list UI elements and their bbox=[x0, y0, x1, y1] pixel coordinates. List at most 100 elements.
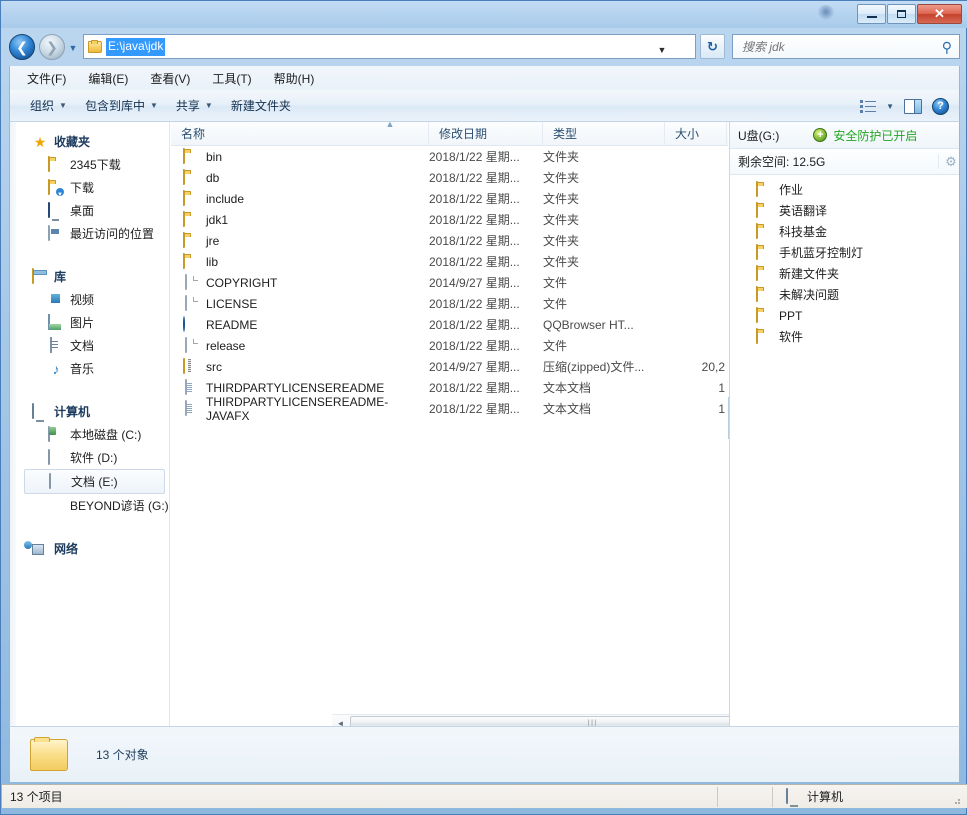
table-row[interactable]: jdk1 2018/1/22 星期... 文件夹 bbox=[171, 209, 728, 230]
help-icon[interactable]: ? bbox=[932, 97, 949, 115]
list-item[interactable]: 软件 bbox=[730, 326, 959, 347]
table-row[interactable]: COPYRIGHT 2014/9/27 星期... 文件 bbox=[171, 272, 728, 293]
sidebar-item-libraries[interactable]: 库 bbox=[10, 265, 169, 288]
table-row[interactable]: src 2014/9/27 星期... 压缩(zipped)文件... 20,2 bbox=[171, 356, 728, 377]
search-box[interactable]: ⚲ bbox=[732, 34, 960, 59]
sidebar-item-drive-e[interactable]: 文档 (E:) bbox=[24, 469, 165, 494]
sidebar-item-computer[interactable]: 计算机 bbox=[10, 400, 169, 423]
folder-large-icon bbox=[30, 736, 68, 771]
menu-help[interactable]: 帮助(H) bbox=[265, 67, 324, 90]
scroll-left-icon[interactable]: ◄ bbox=[332, 715, 349, 727]
chevron-down-icon: ▼ bbox=[204, 101, 213, 110]
table-row[interactable]: LICENSE 2018/1/22 星期... 文件 bbox=[171, 293, 728, 314]
sidebar-item-drive-d[interactable]: 软件 (D:) bbox=[10, 446, 169, 469]
file-name: README bbox=[206, 317, 258, 332]
new-folder-button[interactable]: 新建文件夹 bbox=[223, 93, 301, 118]
nav-group-computer: 计算机 本地磁盘 (C:) 软件 (D:) 文档 (E:) BEYOND谚语 (… bbox=[10, 400, 169, 517]
usb-folder-label: 科技基金 bbox=[779, 225, 828, 239]
chevron-down-icon: ▼ bbox=[149, 101, 158, 110]
column-header-size[interactable]: 大小 bbox=[665, 122, 727, 146]
change-view-icon[interactable] bbox=[860, 99, 877, 113]
column-label: 大小 bbox=[675, 127, 700, 141]
sidebar-item-drive-c[interactable]: 本地磁盘 (C:) bbox=[10, 423, 169, 446]
list-item[interactable]: 手机蓝牙控制灯 bbox=[730, 242, 959, 263]
sidebar-item-documents[interactable]: 文档 bbox=[10, 334, 169, 357]
file-name-cell: jdk1 bbox=[171, 210, 429, 228]
sidebar-label: 音乐 bbox=[70, 362, 95, 376]
sidebar-label: 下载 bbox=[70, 181, 95, 195]
menu-tools[interactable]: 工具(T) bbox=[203, 67, 260, 90]
file-date: 2018/1/22 星期... bbox=[429, 192, 520, 206]
sidebar-item-drive-g[interactable]: BEYOND谚语 (G:) bbox=[10, 494, 169, 517]
preview-pane-icon[interactable] bbox=[904, 98, 922, 114]
address-dropdown-icon[interactable]: ▼ bbox=[655, 43, 669, 57]
file-type: 文本文档 bbox=[543, 381, 592, 395]
forward-button[interactable]: ❯ bbox=[39, 34, 65, 60]
table-row[interactable]: jre 2018/1/22 星期... 文件夹 bbox=[171, 230, 728, 251]
address-folder-icon bbox=[88, 39, 102, 53]
file-size: 1 bbox=[718, 380, 725, 395]
file-name-cell: jre bbox=[171, 231, 429, 249]
gear-icon[interactable]: ⚙ bbox=[938, 154, 957, 169]
table-row[interactable]: README 2018/1/22 星期... QQBrowser HT... bbox=[171, 314, 728, 335]
back-button[interactable]: ❮ bbox=[9, 34, 35, 60]
forward-arrow-icon: ❯ bbox=[46, 39, 58, 55]
close-button[interactable]: ✕ bbox=[917, 4, 962, 24]
view-dropdown-icon[interactable]: ▼ bbox=[886, 102, 894, 111]
list-item[interactable]: 新建文件夹 bbox=[730, 263, 959, 284]
navigation-scrollbar[interactable] bbox=[10, 122, 16, 726]
list-item[interactable]: 英语翻译 bbox=[730, 200, 959, 221]
search-icon[interactable]: ⚲ bbox=[942, 39, 952, 56]
history-dropdown-button[interactable]: ▼ bbox=[67, 42, 79, 54]
table-row[interactable]: bin 2018/1/22 星期... 文件夹 bbox=[171, 146, 728, 167]
list-item[interactable]: 未解决问题 bbox=[730, 284, 959, 305]
address-toolbar: ❮ ❯ ▼ E:\java\jdk ▼ ↻ ⚲ bbox=[1, 28, 967, 66]
sidebar-item-favorites[interactable]: ★ 收藏夹 bbox=[10, 130, 169, 153]
file-type: 文件夹 bbox=[543, 192, 580, 206]
folder-icon bbox=[756, 201, 772, 219]
menu-edit[interactable]: 编辑(E) bbox=[79, 67, 137, 90]
column-headers: 名称 ▲ 修改日期 类型 大小 bbox=[171, 122, 728, 146]
organize-button[interactable]: 组织 ▼ bbox=[22, 93, 77, 118]
column-header-type[interactable]: 类型 bbox=[543, 122, 665, 146]
file-type: 压缩(zipped)文件... bbox=[543, 360, 645, 374]
sidebar-item-desktop[interactable]: 桌面 bbox=[10, 199, 169, 222]
refresh-button[interactable]: ↻ bbox=[700, 34, 725, 59]
usb-drive-pane: U盘(G:) 安全防护已开启 剩余空间: 12.5G ⚙ 作业 英语翻译 bbox=[729, 122, 959, 726]
sidebar-item-pictures[interactable]: 图片 bbox=[10, 311, 169, 334]
folder-icon bbox=[183, 252, 199, 270]
list-item[interactable]: 科技基金 bbox=[730, 221, 959, 242]
table-row[interactable]: release 2018/1/22 星期... 文件 bbox=[171, 335, 728, 356]
list-item[interactable]: PPT bbox=[730, 305, 959, 326]
column-header-date[interactable]: 修改日期 bbox=[429, 122, 543, 146]
sidebar-item-downloads[interactable]: 下载 bbox=[10, 176, 169, 199]
table-row[interactable]: lib 2018/1/22 星期... 文件夹 bbox=[171, 251, 728, 272]
search-input[interactable] bbox=[733, 39, 923, 54]
table-row[interactable]: db 2018/1/22 星期... 文件夹 bbox=[171, 167, 728, 188]
menu-file[interactable]: 文件(F) bbox=[18, 67, 75, 90]
minimize-button[interactable] bbox=[857, 4, 886, 24]
address-text[interactable]: E:\java\jdk bbox=[106, 37, 166, 56]
folder-icon bbox=[756, 285, 772, 303]
column-header-name[interactable]: 名称 ▲ bbox=[171, 122, 429, 146]
navigation-pane: ★ 收藏夹 2345下载 下载 桌面 最近访问的位置 bbox=[10, 122, 170, 726]
file-name: THIRDPARTYLICENSEREADME bbox=[206, 380, 385, 395]
address-bar[interactable]: E:\java\jdk ▼ bbox=[83, 34, 696, 59]
menu-view[interactable]: 查看(V) bbox=[141, 67, 199, 90]
sidebar-item-2345downloads[interactable]: 2345下载 bbox=[10, 153, 169, 176]
include-in-library-button[interactable]: 包含到库中 ▼ bbox=[77, 93, 168, 118]
sidebar-item-music[interactable]: ♪ 音乐 bbox=[10, 357, 169, 380]
file-icon bbox=[183, 273, 199, 291]
maximize-button[interactable] bbox=[887, 4, 916, 24]
sidebar-item-videos[interactable]: 视频 bbox=[10, 288, 169, 311]
usb-folder-list: 作业 英语翻译 科技基金 手机蓝牙控制灯 新建文件夹 未解决问题 PPT 软件 bbox=[730, 175, 959, 347]
resize-grip[interactable] bbox=[951, 795, 961, 805]
table-row[interactable]: THIRDPARTYLICENSEREADME-JAVAFX 2018/1/22… bbox=[171, 395, 728, 423]
table-row[interactable]: include 2018/1/22 星期... 文件夹 bbox=[171, 188, 728, 209]
list-item[interactable]: 作业 bbox=[730, 179, 959, 200]
sidebar-item-network[interactable]: 网络 bbox=[10, 537, 169, 560]
star-icon: ★ bbox=[33, 133, 47, 150]
sidebar-item-recent-places[interactable]: 最近访问的位置 bbox=[10, 222, 169, 245]
share-button[interactable]: 共享 ▼ bbox=[168, 93, 223, 118]
computer-icon bbox=[32, 402, 48, 420]
